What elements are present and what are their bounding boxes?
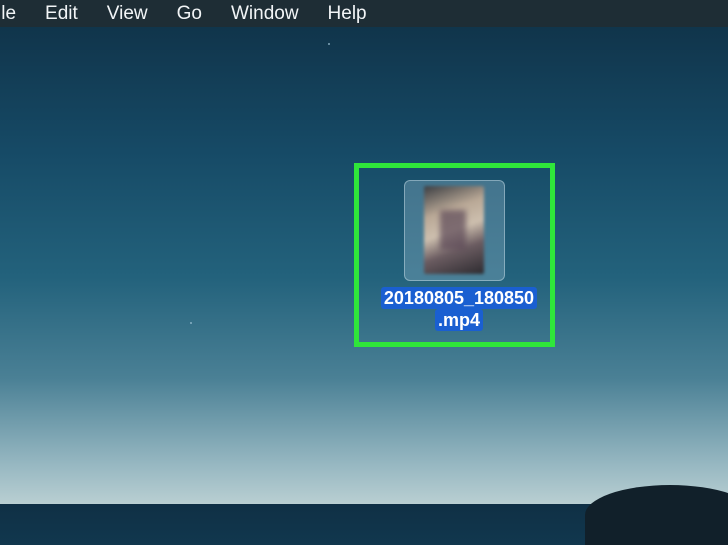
thumbnail-figure xyxy=(440,210,466,250)
hill-silhouette xyxy=(585,485,728,545)
menu-help[interactable]: Help xyxy=(328,0,367,27)
menu-go[interactable]: Go xyxy=(177,0,202,27)
star-decoration xyxy=(190,322,192,324)
file-name-line-2[interactable]: .mp4 xyxy=(434,309,483,331)
menu-file[interactable]: ile xyxy=(0,0,16,27)
menu-bar: ile Edit View Go Window Help xyxy=(0,0,728,27)
menu-edit[interactable]: Edit xyxy=(45,0,78,27)
menu-window[interactable]: Window xyxy=(231,0,299,27)
file-name-line-1[interactable]: 20180805_180850 xyxy=(380,287,538,309)
menu-view[interactable]: View xyxy=(107,0,148,27)
file-name-label[interactable]: 20180805_180850 .mp4 xyxy=(368,287,550,331)
star-decoration xyxy=(328,43,330,45)
